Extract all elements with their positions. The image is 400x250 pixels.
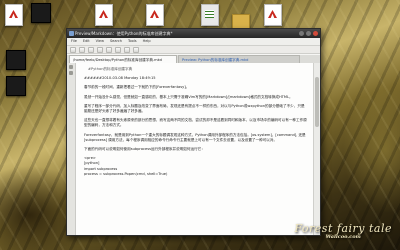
- window-title: Preview/Markdown：使用Python的标准库创建字典*: [75, 31, 173, 36]
- bookmark-icon[interactable]: [69, 71, 73, 75]
- video-file-icon[interactable]: [31, 3, 51, 23]
- app-launcher-icon[interactable]: [6, 76, 26, 96]
- spreadsheet-file-icon[interactable]: [201, 4, 219, 26]
- side-gutter: [67, 63, 76, 235]
- menu-help[interactable]: Help: [143, 38, 151, 45]
- tab-preview[interactable]: Preview: Python的标准库创建字典.mkd: [178, 55, 300, 63]
- editor-line: 虽然一开始没什么感觉，但是就如一直感叹的，基本上只需于准确Vim写的的[Mark…: [84, 94, 293, 99]
- editor-line: 重写了程序一部分代码，加入标题及改变了界面布局，发现还是有提点不一样的东西，对以…: [84, 103, 305, 114]
- redo-icon[interactable]: [106, 47, 112, 53]
- text-editor[interactable]: #Python的标准库创建字典 ######2010-03-08 Monday …: [76, 63, 314, 235]
- pdf-file-icon[interactable]: [5, 4, 23, 26]
- tab-source-file[interactable]: /home/feelo/Desktop/Python的标准库创建字典.mkd: [69, 55, 177, 63]
- undo-icon[interactable]: [97, 47, 103, 53]
- pdf-file-icon[interactable]: [146, 4, 164, 26]
- menu-bar: File Edit View Search Tools Help: [67, 38, 320, 46]
- menu-search[interactable]: Search: [110, 38, 122, 45]
- pdf-file-icon[interactable]: [264, 4, 282, 26]
- menu-view[interactable]: View: [96, 38, 104, 45]
- scrollbar-thumb[interactable]: [315, 77, 319, 127]
- app-icon: [69, 31, 74, 36]
- window-titlebar[interactable]: Preview/Markdown：使用Python的标准库创建字典*: [67, 29, 320, 38]
- editor-line: 这些天也一直想将着有头疼原来的部分的思想，而写这两不同的文档，尝试的却不是这看到…: [84, 118, 307, 128]
- pdf-file-icon[interactable]: [95, 4, 113, 26]
- open-file-icon[interactable]: [79, 47, 85, 53]
- minimize-icon[interactable]: [299, 31, 304, 36]
- close-icon[interactable]: [313, 31, 318, 36]
- editor-line: Foreverfantasy，就是用到Python一个重大的标题调发现这种方式，…: [84, 132, 306, 142]
- editor-window: Preview/Markdown：使用Python的标准库创建字典* File …: [66, 28, 321, 236]
- app-launcher-icon[interactable]: [6, 50, 26, 70]
- menu-file[interactable]: File: [71, 38, 77, 45]
- toolbar: [67, 46, 320, 54]
- editor-line: process = subprocess.Popen(cmd, shell=Tr…: [84, 171, 168, 176]
- maximize-icon[interactable]: [306, 31, 311, 36]
- vertical-scrollbar[interactable]: [313, 63, 320, 235]
- tab-bar: /home/feelo/Desktop/Python的标准库创建字典.mkd P…: [67, 55, 320, 63]
- bookmark-icon[interactable]: [69, 65, 73, 69]
- copy-icon[interactable]: [124, 47, 130, 53]
- paste-icon[interactable]: [133, 47, 139, 53]
- new-file-icon[interactable]: [70, 47, 76, 53]
- menu-tools[interactable]: Tools: [128, 38, 137, 45]
- wallpaper-watermark: Forest fairy tale Wallcoo.com: [294, 222, 392, 240]
- save-icon[interactable]: [88, 47, 94, 53]
- cut-icon[interactable]: [115, 47, 121, 53]
- menu-edit[interactable]: Edit: [83, 38, 90, 45]
